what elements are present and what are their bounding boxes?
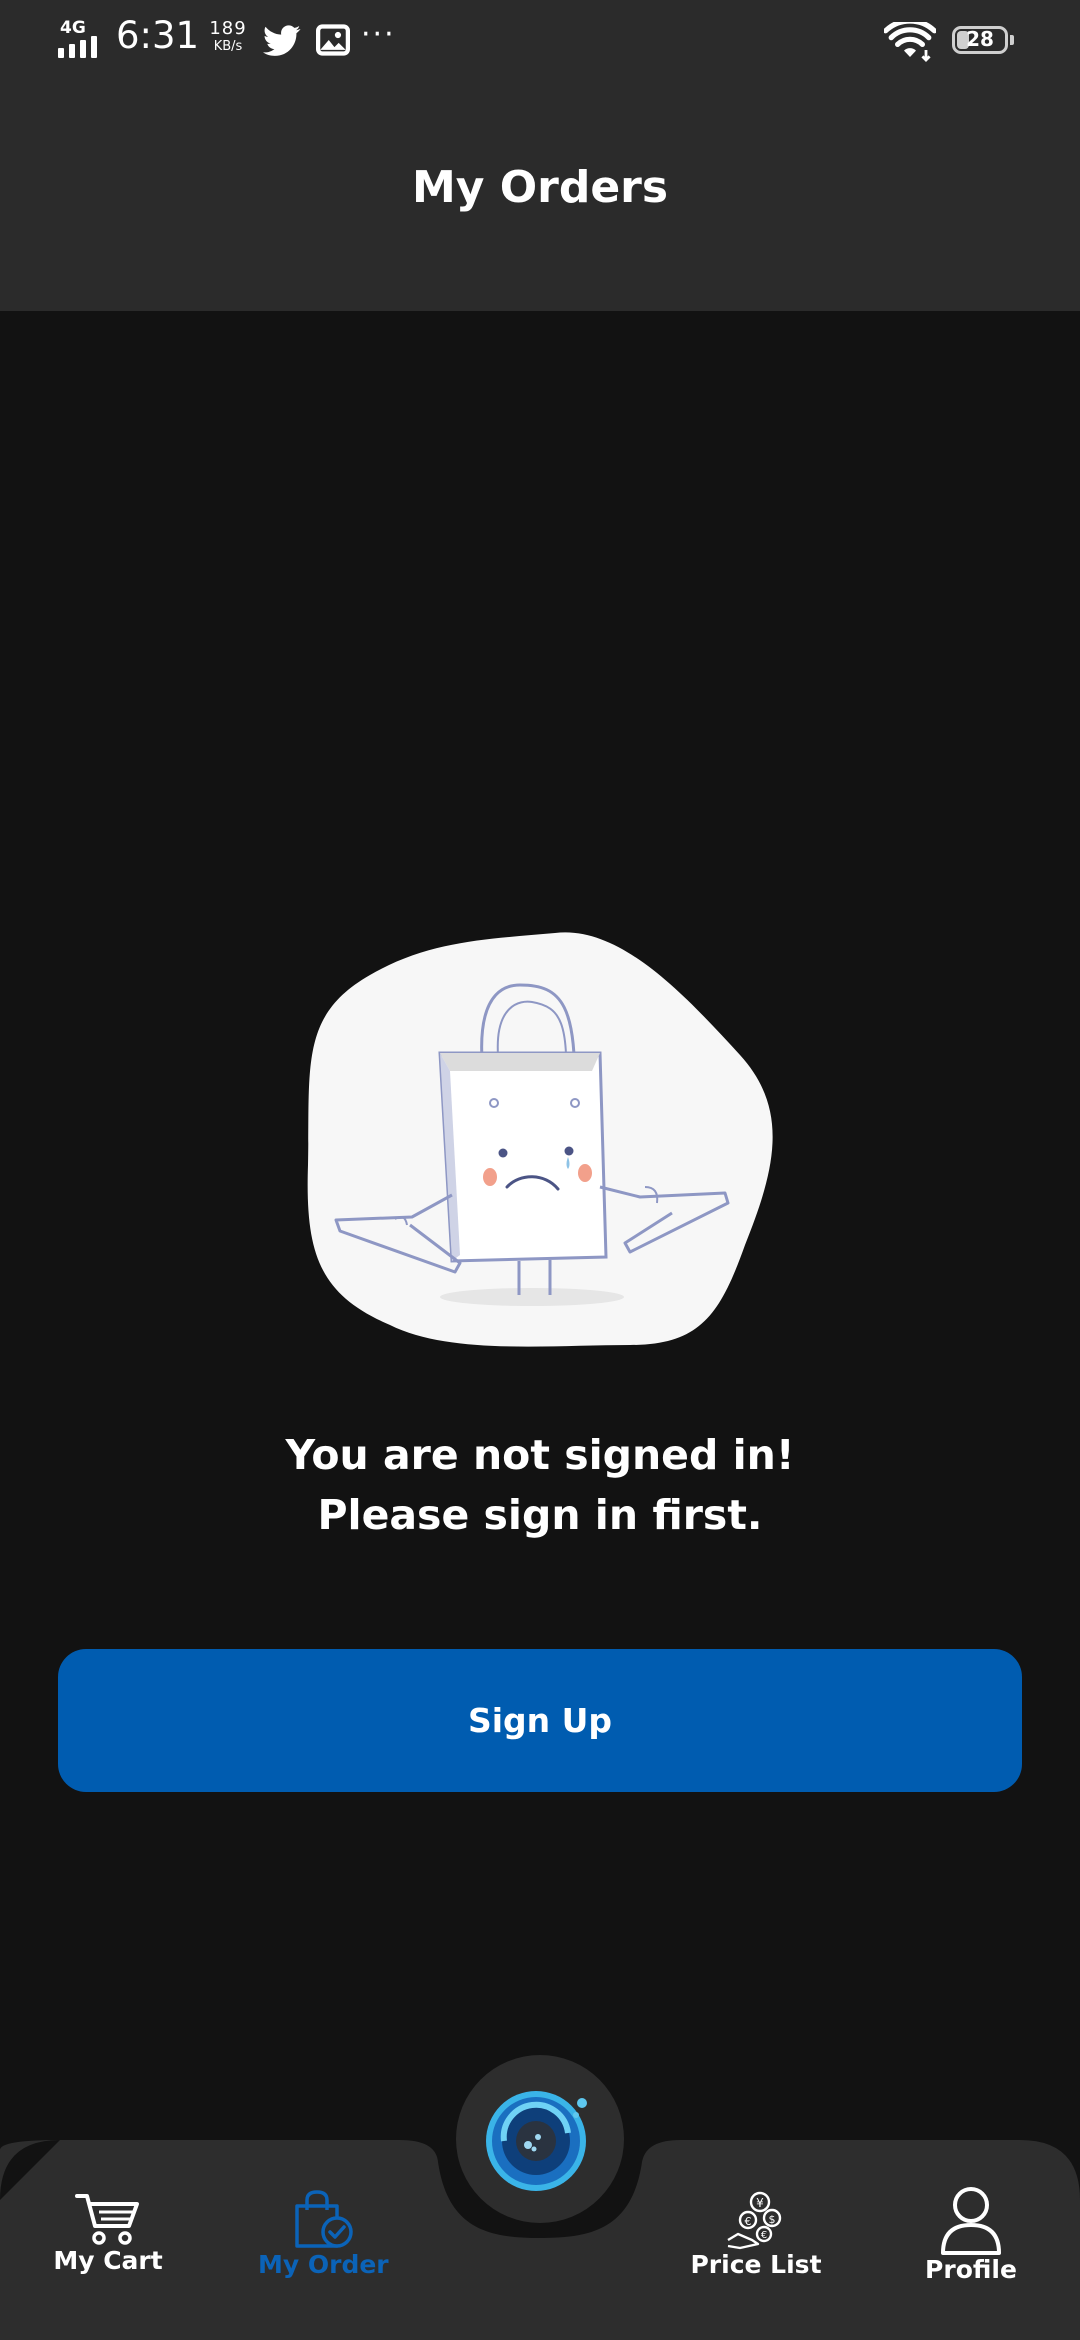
- not-signed-in-message: You are not signed in! Please sign in fi…: [0, 1425, 1080, 1545]
- status-time: 6:31: [116, 14, 200, 57]
- sad-shopping-bag-illustration: [307, 932, 773, 1347]
- nav-label-profile: Profile: [925, 2255, 1017, 2284]
- nav-item-price-list[interactable]: ¥ € $ € Price List: [690, 2190, 822, 2279]
- cart-icon: [75, 2194, 139, 2245]
- nav-label-price-list: Price List: [690, 2250, 822, 2279]
- wifi-icon: [884, 22, 936, 62]
- sign-up-button[interactable]: Sign Up: [58, 1649, 1022, 1792]
- twitter-icon: [263, 25, 301, 56]
- page-title: My Orders: [411, 162, 669, 213]
- network-speed: 189 KB/s: [207, 18, 249, 54]
- message-line-1: You are not signed in!: [285, 1431, 795, 1479]
- svg-text:€: €: [761, 2230, 767, 2241]
- nav-label-my-order: My Order: [258, 2250, 389, 2279]
- network-type: 4G: [60, 18, 86, 38]
- status-bar: 4G 6:31 189 KB/s ··· 28: [0, 0, 1080, 84]
- app-logo-icon: [486, 2091, 587, 2191]
- app-header: My Orders: [0, 84, 1080, 311]
- order-bag-icon: [295, 2190, 353, 2248]
- cellular-signal-icon: 4G: [58, 18, 106, 60]
- nav-item-my-cart[interactable]: My Cart: [48, 2190, 168, 2275]
- center-home-button[interactable]: [456, 2055, 624, 2223]
- more-icon: ···: [361, 17, 396, 52]
- svg-text:€: €: [745, 2215, 752, 2228]
- currency-icon: ¥ € $ €: [727, 2191, 782, 2250]
- message-line-2: Please sign in first.: [317, 1491, 763, 1539]
- gallery-icon: [316, 24, 350, 56]
- battery-level: 28: [966, 27, 994, 51]
- nav-item-profile[interactable]: Profile: [920, 2185, 1022, 2284]
- nav-label-my-cart: My Cart: [53, 2246, 163, 2275]
- network-speed-value: 189: [209, 18, 247, 39]
- battery-icon: 28: [952, 26, 1014, 54]
- svg-text:¥: ¥: [756, 2196, 764, 2210]
- nav-item-my-order[interactable]: My Order: [258, 2190, 389, 2279]
- svg-text:$: $: [769, 2213, 776, 2226]
- network-speed-unit: KB/s: [213, 39, 243, 54]
- profile-icon: [941, 2187, 1001, 2255]
